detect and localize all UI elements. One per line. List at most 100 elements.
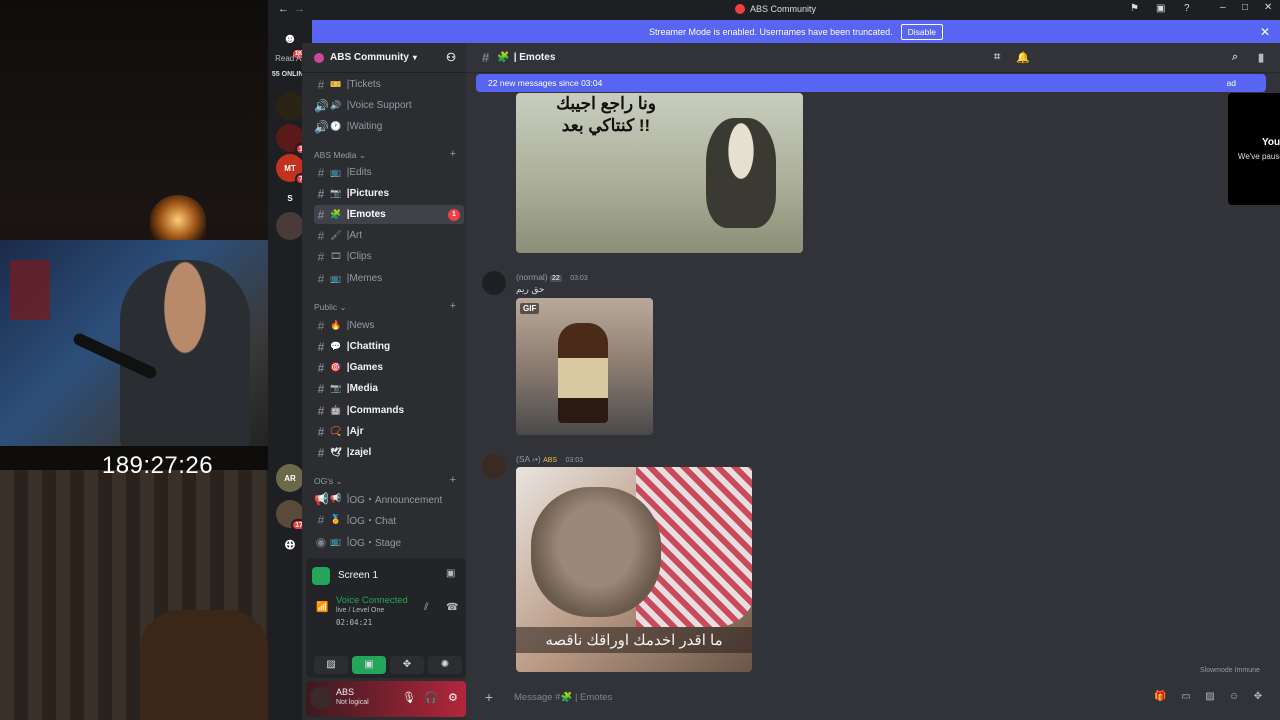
channel-zajel[interactable]: # 🕊 | zajel bbox=[314, 443, 464, 462]
new-messages-bar[interactable]: 22 new messages since 03:04 ad bbox=[476, 74, 1266, 92]
channel-waiting[interactable]: 🔊 🕐 | Waiting bbox=[314, 117, 464, 136]
window-title: ABS Community bbox=[750, 4, 817, 14]
add-channel-icon[interactable]: + bbox=[450, 148, 456, 160]
hyrax bbox=[531, 487, 661, 617]
channel-edits[interactable]: # 📺 | Edits bbox=[314, 163, 464, 182]
channel-voice-support[interactable]: 🔊 🔊 | Voice Support bbox=[314, 96, 464, 115]
disconnect-icon[interactable]: ☎ bbox=[446, 602, 458, 613]
channel-media[interactable]: # 📷 | Media bbox=[314, 379, 464, 398]
hash-icon: # bbox=[317, 77, 325, 92]
channel-name: Games bbox=[349, 362, 383, 373]
user-status: Not logical bbox=[336, 699, 369, 706]
server-icon-7[interactable]: 17 bbox=[276, 500, 307, 531]
apps-icon[interactable]: ✥ bbox=[1252, 691, 1264, 703]
inbox-icon[interactable]: ⚑ bbox=[1130, 3, 1139, 14]
popup-title: Your stream is still running! bbox=[1261, 137, 1280, 148]
bell-icon[interactable]: 🔔 bbox=[1016, 51, 1030, 64]
channel-tickets[interactable]: # 🎫 | Tickets bbox=[314, 75, 464, 94]
mark-read-link[interactable]: ad bbox=[1227, 78, 1236, 88]
emoji-icon[interactable]: ☺ bbox=[1228, 691, 1240, 703]
channel-name: Media bbox=[349, 383, 378, 394]
message-author[interactable]: (SA ‹•) bbox=[516, 454, 541, 464]
maximize-icon[interactable]: □ bbox=[1242, 2, 1248, 13]
close-icon[interactable]: ✕ bbox=[1264, 2, 1272, 13]
add-server-icon[interactable]: ⊕ bbox=[276, 530, 304, 558]
meme-image-falcon[interactable]: ونا راجع اجيبك كنتاكي بعد !! bbox=[516, 93, 803, 253]
message-time: 03:03 bbox=[565, 457, 583, 464]
channel-news[interactable]: # 🔥 | News bbox=[314, 316, 464, 335]
channel-name: Voice Support bbox=[349, 100, 412, 111]
meme-image-hyrax[interactable]: ما اقدر اخدمك اوراقك ناقصه bbox=[516, 467, 752, 672]
add-channel-icon[interactable]: + bbox=[450, 300, 456, 312]
close-banner-icon[interactable]: ✕ bbox=[1260, 25, 1270, 39]
server-icon-6[interactable]: AR bbox=[276, 464, 304, 492]
disable-button[interactable]: Disable bbox=[900, 23, 943, 40]
discord-home-icon[interactable]: ☻ 1K+ bbox=[276, 24, 310, 60]
channel-og-stage[interactable]: ◉ 📺 | OG・Stage bbox=[314, 532, 464, 551]
invite-icon[interactable]: ⚇ bbox=[446, 51, 456, 64]
minimize-icon[interactable]: – bbox=[1220, 2, 1226, 13]
category-public[interactable]: Public ⌄ + bbox=[314, 300, 464, 313]
channel-name: Memes bbox=[349, 273, 383, 284]
channel-pictures[interactable]: # 📷 | Pictures bbox=[314, 184, 464, 203]
voice-detail: live / Level One bbox=[336, 607, 385, 614]
channel-games[interactable]: # 🎯 | Games bbox=[314, 358, 464, 377]
microphone-icon[interactable]: 🎙 bbox=[402, 691, 416, 704]
avatar[interactable] bbox=[310, 687, 332, 709]
signal-icon[interactable]: 📶 bbox=[316, 602, 328, 613]
channel-og-announcement[interactable]: 📢 📢 | OG・Announcement bbox=[314, 489, 464, 508]
soundboard-button[interactable]: ✺ bbox=[428, 656, 462, 674]
channel-name: Edits bbox=[349, 167, 372, 178]
fullscreen-icon[interactable]: ▣ bbox=[446, 568, 455, 579]
server-icon-5[interactable] bbox=[276, 212, 304, 240]
add-attachment-icon[interactable]: + bbox=[476, 689, 502, 705]
server-header[interactable]: ABS Community ▾ ⚇ bbox=[302, 43, 466, 73]
channel-ajr[interactable]: # 📿 | Ajr bbox=[314, 422, 464, 441]
channel-clips[interactable]: # 🎞 | Clips bbox=[314, 247, 464, 266]
bookmark-icon[interactable]: ▮ bbox=[1258, 51, 1264, 64]
noise-suppression-icon[interactable]: ⫽ bbox=[424, 602, 428, 613]
sticker-icon[interactable]: ▨ bbox=[1204, 691, 1216, 703]
channel-og-chat[interactable]: # 🏅 | OG・Chat bbox=[314, 510, 464, 529]
meme-caption: ما اقدر اخدمك اوراقك ناقصه bbox=[516, 627, 752, 653]
channel-chatting[interactable]: # 💬 | Chatting bbox=[314, 337, 464, 356]
category-abs-media[interactable]: ABS Media ⌄ + bbox=[314, 148, 464, 161]
forward-icon[interactable]: → bbox=[294, 3, 305, 15]
stream-paused-popup: Your stream is still running! We've paus… bbox=[1228, 93, 1280, 205]
channel-art[interactable]: # 🖌 | Art bbox=[314, 226, 464, 245]
message-author[interactable]: (normal) bbox=[516, 272, 548, 282]
role-tag: 22 bbox=[550, 275, 562, 282]
message-header: (normal) 22 03:03 bbox=[516, 272, 588, 282]
gift-icon[interactable]: 🎁 bbox=[1154, 691, 1166, 703]
message-input[interactable]: Message #🧩 | Emotes bbox=[514, 692, 612, 703]
camera-off-button[interactable]: ▨ bbox=[314, 656, 348, 674]
category-ogs[interactable]: OG's ⌄ + bbox=[314, 474, 464, 487]
threads-icon[interactable]: ⌗ bbox=[994, 51, 1000, 64]
channel-name: Waiting bbox=[349, 121, 383, 132]
gif-image[interactable]: GIF bbox=[516, 298, 653, 435]
add-channel-icon[interactable]: + bbox=[450, 474, 456, 486]
server-icon-3[interactable]: MT 7 bbox=[276, 154, 307, 185]
search-icon[interactable]: ⌕ bbox=[1232, 51, 1238, 64]
channel-emotes[interactable]: # 🧩 | Emotes 1 bbox=[314, 205, 464, 224]
gif-icon[interactable]: ▭ bbox=[1180, 691, 1192, 703]
server-icon-1[interactable] bbox=[276, 92, 304, 120]
channel-name: News bbox=[349, 320, 375, 331]
activities-button[interactable]: ✥ bbox=[390, 656, 424, 674]
server-icon-4[interactable]: S bbox=[276, 184, 304, 212]
headphones-icon[interactable]: 🎧 bbox=[424, 691, 438, 704]
channel-commands[interactable]: # 🤖 | Commands bbox=[314, 401, 464, 420]
banner-text: Streamer Mode is enabled. Usernames have… bbox=[649, 26, 893, 37]
avatar[interactable] bbox=[482, 271, 506, 295]
avatar[interactable] bbox=[482, 454, 506, 478]
channel-sidebar: ABS Community ▾ ⚇ # 🎫 | Tickets 🔊 🔊 | Voic… bbox=[302, 43, 466, 720]
screenshare-button[interactable]: ▣ bbox=[352, 656, 386, 674]
help-icon[interactable]: ? bbox=[1184, 3, 1190, 14]
gear-icon[interactable]: ⚙ bbox=[448, 691, 458, 704]
back-icon[interactable]: ← bbox=[278, 3, 289, 15]
stream-timer: 189:27:26 bbox=[101, 452, 214, 479]
hash-icon: # bbox=[482, 50, 490, 65]
channel-memes[interactable]: # 📺 | Memes bbox=[314, 269, 464, 288]
server-icon-2[interactable]: 1 bbox=[276, 124, 307, 155]
screen-icon[interactable]: ▣ bbox=[1156, 3, 1165, 14]
